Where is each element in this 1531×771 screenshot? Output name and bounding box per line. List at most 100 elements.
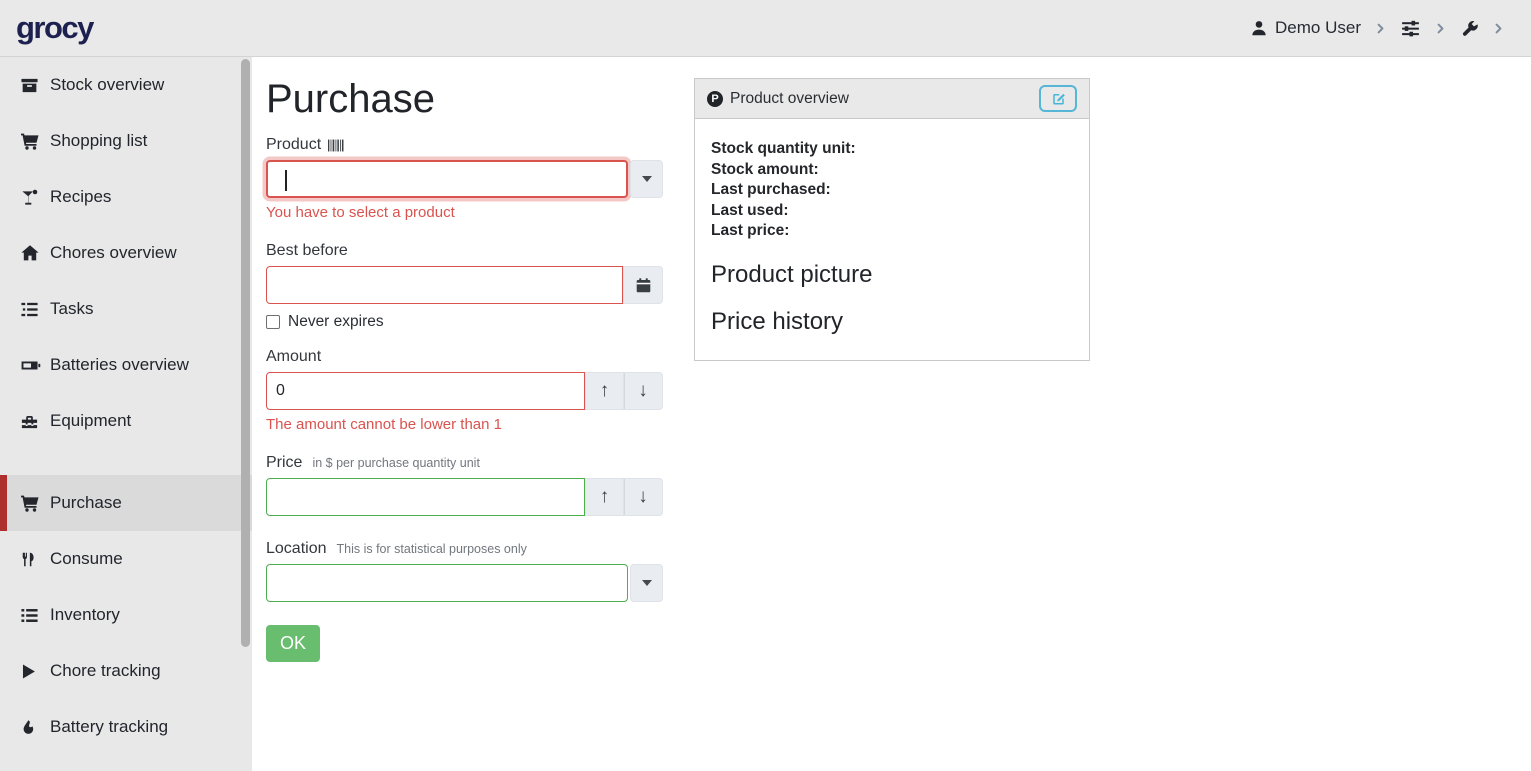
top-bar: grocy Demo User (0, 0, 1531, 57)
edit-icon (1051, 91, 1066, 106)
calendar-icon (635, 277, 652, 294)
best-before-input[interactable] (266, 266, 623, 304)
sidebar-item-chores-overview[interactable]: Chores overview (0, 225, 252, 281)
best-before-input-group (266, 266, 663, 304)
price-input[interactable] (266, 478, 585, 516)
caret-down-icon (642, 580, 652, 586)
location-dropdown-button[interactable] (630, 564, 663, 602)
product-overview-body: Stock quantity unit: Stock amount: Last … (695, 119, 1089, 336)
sidebar-scrollbar[interactable] (241, 59, 250, 647)
chevron-right-icon[interactable] (1374, 22, 1387, 35)
price-group: Price in $ per purchase quantity unit ↑ … (266, 454, 663, 516)
amount-decrement-button[interactable]: ↓ (624, 372, 663, 410)
user-icon (1250, 19, 1268, 37)
purchase-form: Product You have to select a product Bes… (266, 136, 663, 662)
utensils-icon (20, 551, 42, 568)
location-hint: This is for statistical purposes only (337, 542, 527, 556)
droplet-icon (20, 719, 42, 735)
grocy-logo[interactable]: grocy (16, 10, 93, 46)
play-icon (20, 663, 42, 680)
amount-increment-button[interactable]: ↑ (585, 372, 624, 410)
sidebar-item-stock-overview[interactable]: Stock overview (0, 57, 252, 113)
sidebar-item-label: Shopping list (50, 131, 147, 151)
sidebar-item-consume[interactable]: Consume (0, 531, 252, 587)
price-hint: in $ per purchase quantity unit (312, 456, 479, 470)
caret-down-icon (642, 176, 652, 182)
product-dropdown-button[interactable] (630, 160, 663, 198)
sidebar-item-label: Recipes (50, 187, 111, 207)
sidebar-item-shopping-list[interactable]: Shopping list (0, 113, 252, 169)
settings-menu[interactable] (1400, 18, 1421, 39)
sidebar-item-tasks[interactable]: Tasks (0, 281, 252, 337)
box-icon (20, 76, 42, 95)
toolbox-icon (20, 412, 42, 431)
never-expires-row: Never expires (266, 313, 663, 331)
wrench-icon (1460, 19, 1479, 38)
sidebar-item-battery-tracking[interactable]: Battery tracking (0, 699, 252, 755)
last-price-field: Last price: (711, 221, 1073, 242)
sidebar-item-purchase[interactable]: Purchase (0, 475, 252, 531)
list-icon (20, 606, 42, 625)
sidebar-item-label: Equipment (50, 411, 131, 431)
admin-menu[interactable] (1460, 19, 1479, 38)
best-before-label: Best before (266, 242, 663, 260)
product-label: Product (266, 136, 663, 154)
sidebar-item-label: Consume (50, 549, 123, 569)
arrow-down-icon: ↓ (638, 486, 648, 508)
battery-icon (20, 355, 42, 376)
user-menu[interactable]: Demo User (1250, 18, 1361, 38)
amount-error: The amount cannot be lower than 1 (266, 416, 663, 433)
price-increment-button[interactable]: ↑ (585, 478, 624, 516)
product-overview-title-row: P Product overview (707, 90, 849, 108)
sidebar-item-chore-tracking[interactable]: Chore tracking (0, 643, 252, 699)
sliders-icon (1400, 18, 1421, 39)
amount-group: Amount ↑ ↓ The amount cannot be lower th… (266, 348, 663, 433)
arrow-up-icon: ↑ (600, 380, 610, 402)
sidebar-item-label: Chore tracking (50, 661, 161, 681)
arrow-up-icon: ↑ (600, 486, 610, 508)
product-overview-card: P Product overview Stock quantity unit: … (694, 78, 1090, 361)
topbar-menu: Demo User (1250, 18, 1505, 39)
location-label: Location This is for statistical purpose… (266, 540, 663, 558)
product-picture-heading: Product picture (711, 261, 1073, 289)
sidebar-item-label: Stock overview (50, 75, 164, 95)
home-icon (20, 243, 42, 263)
location-group: Location This is for statistical purpose… (266, 540, 663, 602)
price-history-heading: Price history (711, 308, 1073, 336)
last-used-field: Last used: (711, 201, 1073, 222)
arrow-down-icon: ↓ (638, 380, 648, 402)
amount-input-group: ↑ ↓ (266, 372, 663, 410)
product-overview-title: Product overview (730, 90, 849, 108)
location-input-group (266, 564, 663, 602)
sidebar-item-batteries-overview[interactable]: Batteries overview (0, 337, 252, 393)
never-expires-checkbox[interactable] (266, 315, 280, 329)
sidebar-item-recipes[interactable]: Recipes (0, 169, 252, 225)
amount-label: Amount (266, 348, 663, 366)
price-decrement-button[interactable]: ↓ (624, 478, 663, 516)
amount-input[interactable] (266, 372, 585, 410)
cocktail-icon (20, 188, 42, 207)
sidebar-item-label: Tasks (50, 299, 93, 319)
tasks-icon (20, 300, 42, 319)
chevron-right-icon[interactable] (1492, 22, 1505, 35)
sidebar-item-label: Inventory (50, 605, 120, 625)
product-group: Product You have to select a product (266, 136, 663, 221)
sidebar-item-equipment[interactable]: Equipment (0, 393, 252, 449)
location-select[interactable] (266, 564, 628, 602)
cart-icon (20, 493, 42, 513)
chevron-right-icon[interactable] (1434, 22, 1447, 35)
ok-button[interactable]: OK (266, 625, 320, 662)
product-circle-icon: P (707, 91, 723, 107)
text-cursor (285, 170, 287, 191)
sidebar-item-inventory[interactable]: Inventory (0, 587, 252, 643)
last-purchased-field: Last purchased: (711, 180, 1073, 201)
edit-product-button[interactable] (1039, 85, 1077, 112)
price-label: Price in $ per purchase quantity unit (266, 454, 663, 472)
price-input-group: ↑ ↓ (266, 478, 663, 516)
calendar-button[interactable] (623, 266, 663, 304)
product-input[interactable] (266, 160, 628, 198)
sidebar-item-label: Chores overview (50, 243, 177, 263)
product-input-group (266, 160, 663, 198)
user-label: Demo User (1275, 18, 1361, 38)
barcode-icon[interactable] (328, 138, 345, 153)
